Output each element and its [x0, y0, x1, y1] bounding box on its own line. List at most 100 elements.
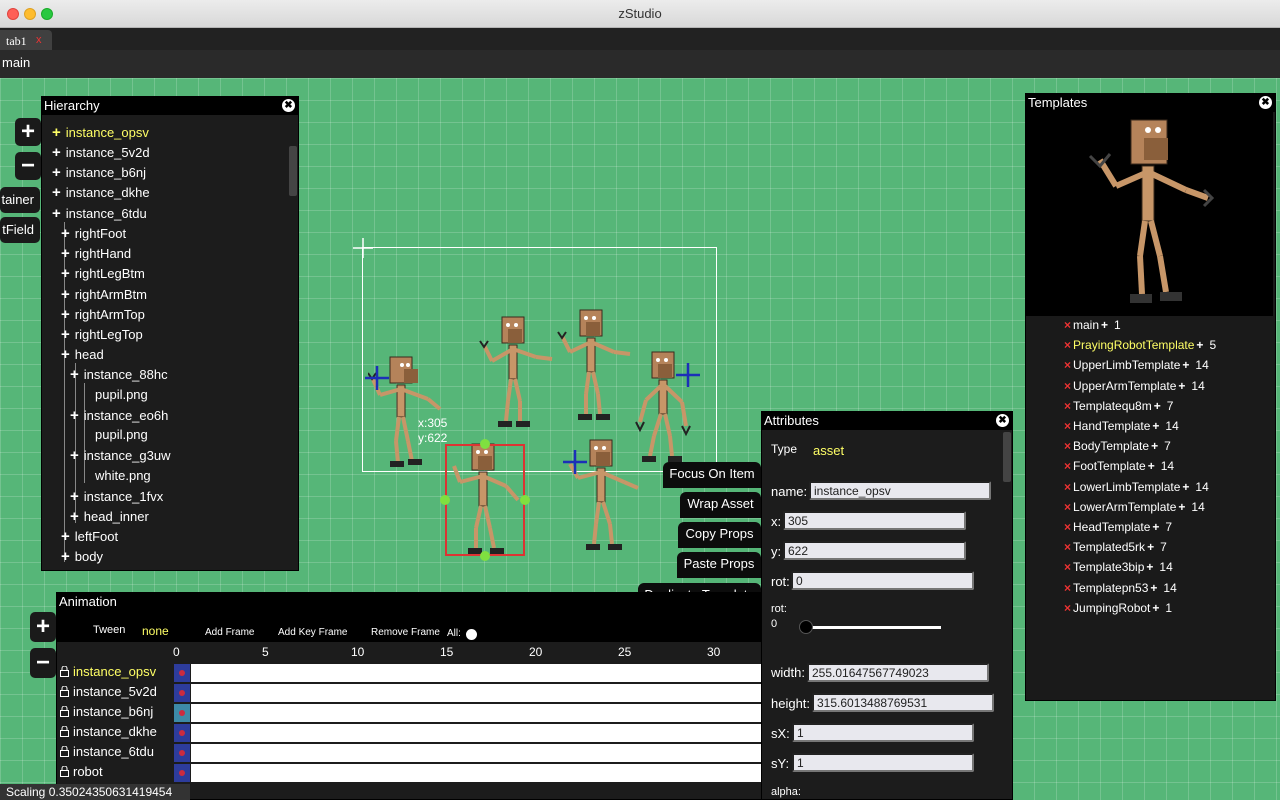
template-item[interactable]: × JumpingRobot +1	[1064, 601, 1172, 615]
keyframe-cell[interactable]	[174, 684, 190, 702]
rot-slider[interactable]	[799, 620, 941, 634]
animation-track[interactable]	[191, 684, 763, 702]
hierarchy-item[interactable]: + instance_1fvx	[70, 488, 163, 505]
x-field[interactable]	[783, 511, 966, 530]
selection-handle-left[interactable]	[440, 495, 450, 505]
template-item[interactable]: × Templatequ8m +7	[1064, 399, 1173, 413]
hierarchy-item[interactable]: + rightArmTop	[61, 306, 145, 323]
add-instance-icon[interactable]: +	[1178, 379, 1185, 393]
lock-icon[interactable]	[60, 666, 69, 677]
hierarchy-item[interactable]: pupil.png	[95, 387, 148, 402]
remove-frame-button[interactable]: Remove Frame	[371, 627, 440, 638]
template-item[interactable]: × Templatepn53 +14	[1064, 581, 1177, 595]
keyframe-cell[interactable]	[174, 664, 190, 682]
delete-icon[interactable]: ×	[1064, 581, 1071, 595]
add-instance-icon[interactable]: +	[1151, 439, 1158, 453]
hierarchy-item[interactable]: + instance_dkhe	[52, 184, 150, 201]
textfield-button[interactable]: tField	[0, 217, 40, 243]
keyframe-cell[interactable]	[174, 744, 190, 762]
animation-row-label[interactable]: robot	[60, 764, 103, 779]
slider-handle[interactable]	[799, 620, 813, 634]
hierarchy-item[interactable]: + instance_88hc	[70, 366, 168, 383]
keyframe-cell[interactable]	[174, 724, 190, 742]
template-item[interactable]: × BodyTemplate +7	[1064, 439, 1171, 453]
template-item[interactable]: × UpperLimbTemplate +14	[1064, 358, 1209, 372]
selection-box[interactable]	[445, 444, 525, 556]
add-instance-icon[interactable]: +	[1154, 399, 1161, 413]
template-item[interactable]: × Template3bip +14	[1064, 560, 1173, 574]
scale-y-field[interactable]	[792, 753, 974, 772]
delete-icon[interactable]: ×	[1064, 540, 1071, 554]
add-instance-icon[interactable]: +	[1147, 540, 1154, 554]
animation-add-button[interactable]: +	[30, 612, 56, 642]
delete-icon[interactable]: ×	[1064, 338, 1071, 352]
scene-name[interactable]: main	[2, 55, 30, 70]
delete-icon[interactable]: ×	[1064, 439, 1071, 453]
add-instance-icon[interactable]: +	[1150, 581, 1157, 595]
delete-icon[interactable]: ×	[1064, 379, 1071, 393]
keyframe-cell[interactable]	[174, 764, 190, 782]
hierarchy-item[interactable]: + head_inner	[70, 508, 149, 525]
template-item[interactable]: × LowerArmTemplate +14	[1064, 500, 1205, 514]
animation-row-label[interactable]: instance_opsv	[60, 664, 156, 679]
delete-icon[interactable]: ×	[1064, 419, 1071, 433]
selection-handle-right[interactable]	[520, 495, 530, 505]
height-field[interactable]	[812, 693, 994, 712]
add-key-frame-button[interactable]: Add Key Frame	[278, 627, 347, 638]
rot-field[interactable]	[791, 571, 974, 590]
container-button[interactable]: tainer	[0, 187, 40, 213]
add-instance-icon[interactable]: +	[1146, 560, 1153, 574]
close-icon[interactable]: ✖	[282, 99, 295, 112]
robot-figure[interactable]	[556, 308, 636, 423]
hierarchy-item[interactable]: white.png	[95, 468, 151, 483]
lock-icon[interactable]	[60, 686, 69, 697]
delete-icon[interactable]: ×	[1064, 520, 1071, 534]
copy-props-button[interactable]: Copy Props	[678, 522, 761, 548]
template-item[interactable]: × Templated5rk +7	[1064, 540, 1167, 554]
hierarchy-item[interactable]: + rightLegBtm	[61, 265, 145, 282]
animation-remove-button[interactable]: −	[30, 648, 56, 678]
close-icon[interactable]: ✖	[1259, 96, 1272, 109]
hierarchy-item[interactable]: + rightArmBtm	[61, 286, 147, 303]
animation-row-label[interactable]: instance_5v2d	[60, 684, 157, 699]
hierarchy-item[interactable]: + rightFoot	[61, 225, 126, 242]
remove-button[interactable]: −	[15, 152, 41, 180]
all-toggle[interactable]	[466, 629, 477, 640]
delete-icon[interactable]: ×	[1064, 358, 1071, 372]
template-item[interactable]: × HandTemplate +14	[1064, 419, 1179, 433]
hierarchy-item[interactable]: + rightLegTop	[61, 326, 143, 343]
delete-icon[interactable]: ×	[1064, 399, 1071, 413]
delete-icon[interactable]: ×	[1064, 500, 1071, 514]
close-icon[interactable]: ✖	[996, 414, 1009, 427]
selection-handle-top[interactable]	[480, 439, 490, 449]
hierarchy-item[interactable]: + instance_b6nj	[52, 164, 146, 181]
template-item[interactable]: × HeadTemplate +7	[1064, 520, 1172, 534]
name-field[interactable]	[809, 481, 991, 500]
lock-icon[interactable]	[60, 726, 69, 737]
delete-icon[interactable]: ×	[1064, 459, 1071, 473]
add-instance-icon[interactable]: +	[1182, 358, 1189, 372]
delete-icon[interactable]: ×	[1064, 480, 1071, 494]
animation-row-label[interactable]: instance_dkhe	[60, 724, 157, 739]
tween-select[interactable]: none	[142, 624, 169, 638]
tab-tab1[interactable]: tab1 x	[0, 30, 52, 50]
attributes-scrollbar[interactable]	[1003, 432, 1011, 482]
hierarchy-item[interactable]: pupil.png	[95, 427, 148, 442]
delete-icon[interactable]: ×	[1064, 560, 1071, 574]
animation-row-label[interactable]: instance_b6nj	[60, 704, 153, 719]
template-item[interactable]: × LowerLimbTemplate +14	[1064, 480, 1209, 494]
template-item[interactable]: × UpperArmTemplate +14	[1064, 379, 1205, 393]
keyframe-cell[interactable]	[174, 704, 190, 722]
wrap-asset-button[interactable]: Wrap Asset	[680, 492, 761, 518]
lock-icon[interactable]	[60, 766, 69, 777]
animation-track[interactable]	[191, 724, 763, 742]
add-frame-button[interactable]: Add Frame	[205, 627, 254, 638]
scale-x-field[interactable]	[792, 723, 974, 742]
focus-on-item-button[interactable]: Focus On Item	[663, 462, 761, 488]
add-instance-icon[interactable]: +	[1178, 500, 1185, 514]
add-instance-icon[interactable]: +	[1182, 480, 1189, 494]
hierarchy-item[interactable]: + leftFoot	[61, 528, 118, 545]
template-item[interactable]: × main +1	[1064, 318, 1121, 332]
hierarchy-item[interactable]: + instance_6tdu	[52, 205, 147, 222]
delete-icon[interactable]: ×	[1064, 318, 1071, 332]
